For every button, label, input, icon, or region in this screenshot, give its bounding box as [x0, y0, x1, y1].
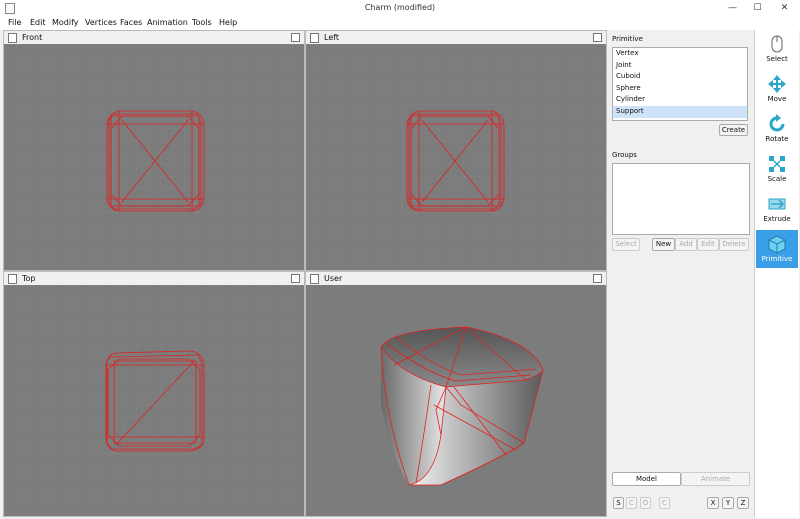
viewport-menu-icon[interactable] — [8, 274, 17, 284]
group-delete-button[interactable]: Delete — [719, 238, 749, 251]
list-item-selected[interactable]: Support — [613, 105, 747, 118]
groups-list[interactable] — [612, 163, 750, 235]
menu-faces[interactable]: Faces — [120, 18, 142, 27]
title-bar: Charm (modified) — ☐ ✕ — [0, 0, 800, 16]
scale-tool[interactable]: Scale — [756, 150, 798, 188]
axis-o-button[interactable]: O — [640, 497, 651, 509]
tool-bar: Select Move Rotate Scale Extrude Primiti… — [754, 30, 799, 518]
viewport-menu-icon[interactable] — [8, 33, 17, 43]
viewport-menu-icon[interactable] — [310, 274, 319, 284]
menu-modify[interactable]: Modify — [52, 18, 79, 27]
viewport-menu-icon[interactable] — [310, 33, 319, 43]
window-title: Charm (modified) — [364, 3, 436, 12]
tool-label: Scale — [767, 175, 787, 183]
minimize-button[interactable]: — — [720, 0, 745, 16]
list-item[interactable]: Sphere — [613, 83, 747, 95]
viewport-title: Top — [22, 274, 36, 283]
close-button[interactable]: ✕ — [772, 0, 797, 16]
menu-edit[interactable]: Edit — [30, 18, 46, 27]
list-item[interactable]: Cylinder — [613, 94, 747, 106]
menu-vertices[interactable]: Vertices — [85, 18, 117, 27]
menu-animation[interactable]: Animation — [147, 18, 188, 27]
groups-label: Groups — [612, 151, 637, 159]
tool-label: Select — [766, 55, 788, 63]
group-edit-button[interactable]: Edit — [697, 238, 719, 251]
front-canvas[interactable] — [4, 44, 304, 271]
viewport-top[interactable]: Top — [3, 271, 305, 517]
tool-label: Rotate — [765, 135, 789, 143]
list-item[interactable]: Cuboid — [613, 71, 747, 83]
viewport-title: Left — [324, 33, 340, 42]
viewport-maximize-icon[interactable] — [593, 33, 602, 42]
viewport-header: Top — [4, 272, 304, 286]
animate-mode-button[interactable]: Animate — [681, 472, 750, 486]
tool-label: Primitive — [761, 255, 793, 263]
group-select-button[interactable]: Select — [612, 238, 640, 251]
move-arrows-icon — [768, 75, 786, 93]
viewport-header: Left — [306, 31, 606, 45]
menu-file[interactable]: File — [8, 18, 21, 27]
left-canvas[interactable] — [306, 44, 606, 271]
menu-bar: File Edit Modify Vertices Faces Animatio… — [0, 16, 800, 30]
viewport-front[interactable]: Front — [3, 30, 305, 271]
viewport-header: Front — [4, 31, 304, 45]
viewport-title: Front — [22, 33, 43, 42]
extrude-icon — [768, 198, 786, 210]
viewport-left[interactable]: Left — [305, 30, 607, 271]
menu-help[interactable]: Help — [219, 18, 237, 27]
create-button[interactable]: Create — [719, 124, 748, 136]
primitive-tool[interactable]: Primitive — [756, 230, 798, 268]
cube-icon — [768, 235, 786, 254]
model-mode-button[interactable]: Model — [612, 472, 681, 486]
rotate-tool[interactable]: Rotate — [756, 110, 798, 148]
tool-label: Move — [767, 95, 787, 103]
viewport-maximize-icon[interactable] — [291, 274, 300, 283]
primitive-list[interactable]: Vertex Joint Cuboid Sphere Cylinder Supp… — [612, 47, 748, 121]
list-item[interactable]: Joint — [613, 60, 747, 72]
axis-c-button[interactable]: C — [626, 497, 637, 509]
rotate-icon — [769, 114, 785, 132]
mouse-icon — [771, 35, 783, 53]
tool-label: Extrude — [763, 215, 791, 223]
top-canvas[interactable] — [4, 285, 304, 517]
select-tool[interactable]: Select — [756, 30, 798, 68]
axis-s-button[interactable]: S — [613, 497, 624, 509]
viewport-header: User — [306, 272, 606, 286]
viewport-title: User — [324, 274, 343, 283]
group-new-button[interactable]: New — [652, 238, 675, 251]
list-item[interactable]: Vertex — [613, 48, 747, 60]
group-add-button[interactable]: Add — [675, 238, 697, 251]
extrude-tool[interactable]: Extrude — [756, 190, 798, 228]
maximize-button[interactable]: ☐ — [745, 0, 770, 16]
user-canvas[interactable] — [306, 285, 606, 517]
axis-c2-button[interactable]: C — [659, 497, 670, 509]
properties-panel: Primitive Vertex Joint Cuboid Sphere Cyl… — [607, 30, 754, 518]
move-tool[interactable]: Move — [756, 70, 798, 108]
primitive-label: Primitive — [612, 35, 643, 43]
scale-icon — [769, 156, 785, 172]
axis-z-button[interactable]: Z — [737, 497, 749, 509]
menu-tools[interactable]: Tools — [192, 18, 212, 27]
viewport-maximize-icon[interactable] — [291, 33, 300, 42]
axis-y-button[interactable]: Y — [722, 497, 734, 509]
axis-x-button[interactable]: X — [707, 497, 719, 509]
viewport-user[interactable]: User — [305, 271, 607, 517]
viewport-maximize-icon[interactable] — [593, 274, 602, 283]
